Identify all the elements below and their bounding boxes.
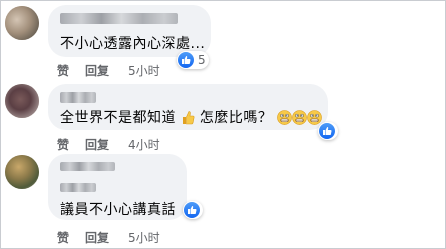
thumbs-up-icon <box>319 123 335 139</box>
comment-text: 議員不小心講真話 <box>60 202 176 218</box>
comment-text-start: 全世界不是都知道 <box>60 110 176 126</box>
like-button[interactable]: 赞 <box>57 62 69 79</box>
reaction-count: 5 <box>198 53 206 67</box>
comment-text: 全世界不是都知道 怎麼比嗎？ <box>60 107 323 129</box>
reaction-summary[interactable] <box>183 201 203 219</box>
timestamp[interactable]: 5小时 <box>128 229 160 246</box>
commenter-name-blurred[interactable] <box>60 92 96 103</box>
timestamp[interactable]: 5小时 <box>128 62 160 79</box>
timestamp[interactable]: 4小时 <box>128 136 160 153</box>
commenter-subtitle-blurred <box>60 183 96 192</box>
reply-button[interactable]: 回复 <box>85 229 109 246</box>
like-button[interactable]: 赞 <box>57 136 69 153</box>
reaction-summary[interactable] <box>318 122 338 140</box>
reaction-summary[interactable]: 5 <box>177 51 209 69</box>
grimacing-face-emoji <box>292 110 308 129</box>
commenter-name-blurred[interactable] <box>60 162 115 171</box>
thumbs-up-emoji <box>181 109 195 129</box>
comment-bubble: 議員不小心講真話 <box>48 154 187 220</box>
comment-text: 不小心透露內心深處... <box>60 36 206 52</box>
thumbs-up-icon <box>184 202 200 218</box>
comment-bubble: 全世界不是都知道 怎麼比嗎？ <box>48 84 328 130</box>
reply-button[interactable]: 回复 <box>85 136 109 153</box>
grimacing-face-emoji <box>277 110 293 129</box>
avatar[interactable] <box>5 6 39 40</box>
comment-bubble: 不小心透露內心深處... <box>48 5 211 57</box>
avatar[interactable] <box>5 155 39 189</box>
like-button[interactable]: 赞 <box>57 229 69 246</box>
comment-text-end: 怎麼比嗎？ <box>199 110 273 126</box>
thumbs-up-icon <box>178 52 194 68</box>
avatar[interactable] <box>5 84 39 118</box>
reply-button[interactable]: 回复 <box>85 62 109 79</box>
commenter-name-blurred[interactable] <box>60 13 178 24</box>
